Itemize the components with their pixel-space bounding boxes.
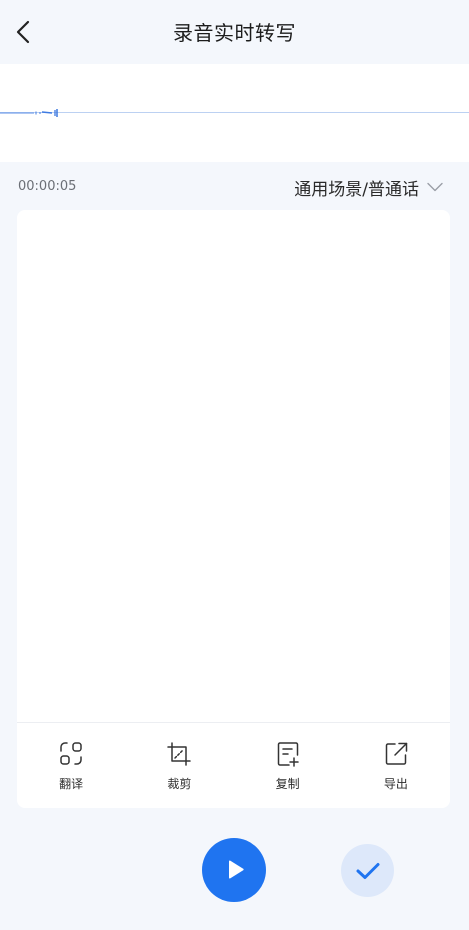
waveform — [0, 64, 469, 162]
check-icon — [356, 862, 379, 879]
export-icon — [385, 742, 408, 765]
screen: 录音实时转写 00:00:05 通用场景/普通话 翻译 裁剪 复制 导出 — [0, 0, 469, 930]
play-button[interactable] — [202, 838, 266, 902]
transcript-area[interactable] — [17, 210, 450, 722]
copy-label: 复制 — [275, 777, 300, 791]
action-toolbar: 翻译 裁剪 复制 导出 — [17, 722, 450, 808]
export-button[interactable]: 导出 — [356, 741, 436, 792]
export-label: 导出 — [383, 777, 408, 791]
translate-icon — [60, 742, 82, 765]
confirm-button[interactable] — [341, 844, 394, 897]
copy-button[interactable]: 复制 — [248, 741, 328, 792]
waveform-baseline — [0, 112, 469, 113]
crop-label: 裁剪 — [167, 777, 192, 791]
waveform-active-segment — [0, 109, 58, 117]
translate-button[interactable]: 翻译 — [31, 741, 111, 792]
copy-icon — [277, 742, 299, 767]
scene-dropdown-label: 通用场景/普通话 — [294, 179, 419, 200]
scene-dropdown[interactable]: 通用场景/普通话 — [294, 176, 443, 200]
elapsed-time: 00:00:05 — [18, 179, 77, 194]
page-title: 录音实时转写 — [173, 21, 296, 45]
info-row: 00:00:05 通用场景/普通话 — [0, 162, 469, 210]
translate-label: 翻译 — [59, 777, 84, 791]
transcript-card: 翻译 裁剪 复制 导出 — [17, 210, 450, 808]
chevron-down-icon — [427, 182, 443, 192]
play-icon — [229, 860, 244, 879]
crop-icon — [167, 742, 192, 766]
crop-button[interactable]: 裁剪 — [139, 741, 219, 792]
header: 录音实时转写 — [0, 0, 469, 64]
